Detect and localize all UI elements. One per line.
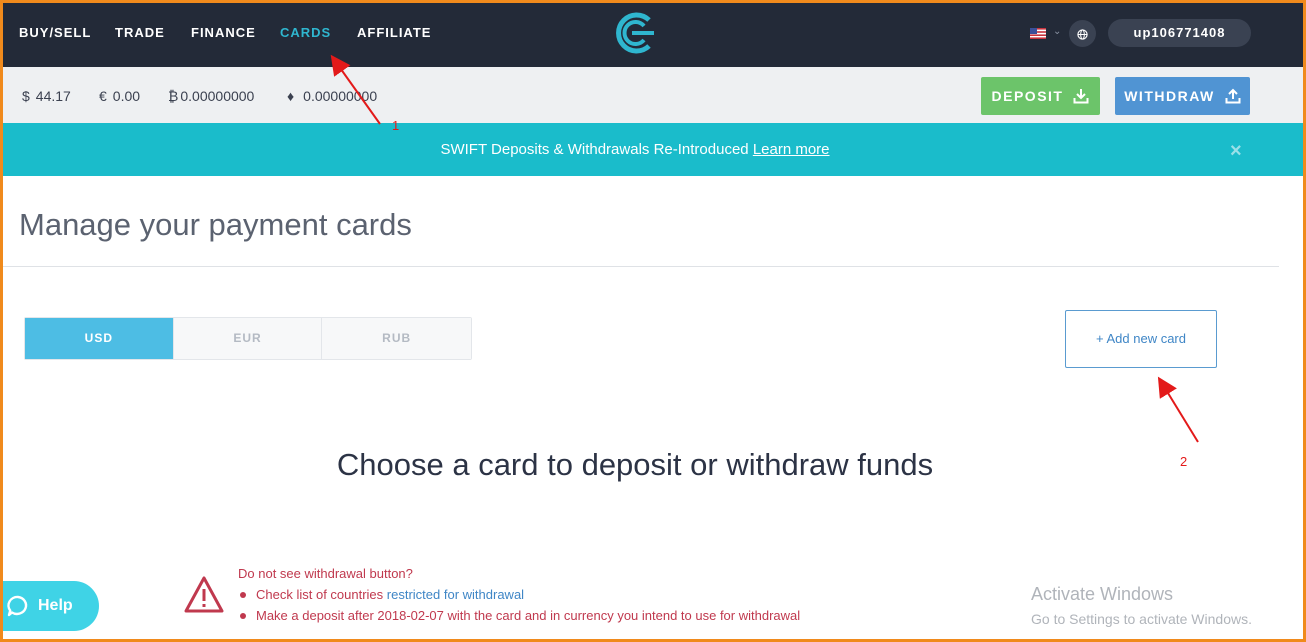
withdraw-label: WITHDRAW <box>1124 88 1215 104</box>
chevron-down-icon[interactable]: ⌄ <box>1053 26 1061 37</box>
help-button[interactable]: Help <box>0 581 99 631</box>
currency-tabs: USD EUR RUB <box>24 317 472 360</box>
activate-windows-watermark: Activate Windows Go to Settings to activ… <box>1031 584 1252 627</box>
balance-bar: $44.17 €0.00 ₿ 0.00000000 ♦ 0.00000000 DEP… <box>0 67 1306 123</box>
annotation-arrow-2 <box>1157 376 1199 443</box>
empty-state-message: Choose a card to deposit or withdraw fun… <box>336 447 934 482</box>
ethereum-icon: ♦ <box>287 88 295 104</box>
warning-icon <box>184 576 224 613</box>
page-title: Manage your payment cards <box>19 207 412 242</box>
balance-eur: €0.00 <box>99 88 140 104</box>
eur-symbol: € <box>99 88 107 104</box>
nav-item-buy-sell[interactable]: BUY/SELL <box>19 25 91 40</box>
nav-item-trade[interactable]: TRADE <box>115 25 165 40</box>
user-account-button[interactable]: up106771408 <box>1108 19 1251 47</box>
brand-logo-icon[interactable] <box>612 12 656 54</box>
balance-usd-value: 44.17 <box>35 88 71 104</box>
bitcoin-icon: ₿ <box>168 88 179 104</box>
announcement-banner: SWIFT Deposits & Withdrawals Re-Introduc… <box>0 123 1306 176</box>
chat-bubble-icon <box>7 595 28 617</box>
warning-list: Check list of countries restricted for w… <box>238 587 800 629</box>
warning-item-countries: Check list of countries restricted for w… <box>238 587 800 602</box>
top-navigation: BUY/SELL TRADE FINANCE CARDS AFFILIATE ⌄… <box>0 0 1306 67</box>
banner-message: SWIFT Deposits & Withdrawals Re-Introduc… <box>0 141 1270 158</box>
annotation-label-2: 2 <box>1180 454 1188 469</box>
tab-rub[interactable]: RUB <box>322 318 472 359</box>
deposit-label: DEPOSIT <box>991 88 1064 104</box>
balance-eth: ♦ 0.00000000 <box>287 88 377 104</box>
balance-usd: $44.17 <box>22 88 71 104</box>
balance-eth-value: 0.00000000 <box>303 88 378 104</box>
title-divider <box>3 266 1279 267</box>
banner-text: SWIFT Deposits & Withdrawals Re-Introduc… <box>440 141 749 158</box>
watermark-subtitle: Go to Settings to activate Windows. <box>1031 611 1252 627</box>
us-flag-icon[interactable] <box>1030 28 1046 39</box>
nav-item-affiliate[interactable]: AFFILIATE <box>357 25 431 40</box>
globe-icon[interactable] <box>1069 20 1096 47</box>
add-new-card-button[interactable]: + Add new card <box>1065 310 1217 368</box>
usd-symbol: $ <box>22 88 30 104</box>
nav-item-finance[interactable]: FINANCE <box>191 25 256 40</box>
close-icon[interactable]: × <box>1230 140 1242 163</box>
warning-item-deposit: Make a deposit after 2018-02-07 with the… <box>238 608 800 623</box>
warning-title: Do not see withdrawal button? <box>238 566 413 581</box>
help-label: Help <box>38 597 73 614</box>
download-icon <box>1073 89 1089 104</box>
warning-item-text: Check list of countries <box>256 587 384 602</box>
balance-btc: ₿ 0.00000000 <box>168 88 254 104</box>
tab-eur[interactable]: EUR <box>173 318 323 359</box>
tab-usd[interactable]: USD <box>25 318 174 359</box>
deposit-button[interactable]: DEPOSIT <box>981 77 1100 115</box>
annotation-label-1: 1 <box>392 118 400 133</box>
balance-eur-value: 0.00 <box>112 88 141 104</box>
restricted-countries-link[interactable]: restricted for withdrawal <box>387 587 524 602</box>
learn-more-link[interactable]: Learn more <box>753 141 830 158</box>
balance-btc-value: 0.00000000 <box>180 88 255 104</box>
watermark-title: Activate Windows <box>1031 584 1174 604</box>
withdraw-button[interactable]: WITHDRAW <box>1115 77 1250 115</box>
nav-item-cards[interactable]: CARDS <box>280 25 331 40</box>
upload-icon <box>1225 88 1241 104</box>
